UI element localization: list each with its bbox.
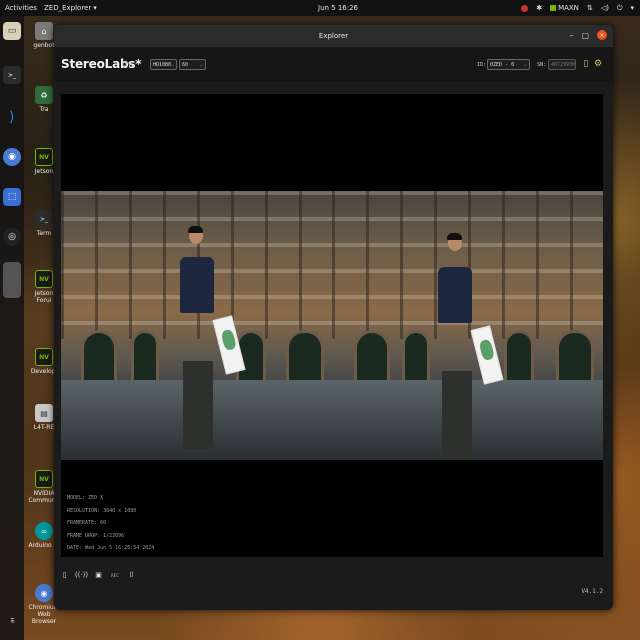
info-framerate: FRAMERATE: 60 — [67, 520, 107, 526]
stereo-image — [61, 191, 603, 460]
obs-icon[interactable]: ◎ — [3, 228, 21, 246]
camera-id-select[interactable]: 0ZED - 0 ⌵ — [487, 59, 530, 70]
files-icon[interactable]: ▭ — [3, 22, 21, 40]
power-mode-label: MAXN — [558, 4, 579, 12]
scene-arch — [504, 330, 534, 386]
trash-icon: ♻ — [35, 86, 53, 104]
power-icon[interactable]: ⏻ — [617, 4, 623, 13]
bluetooth-icon[interactable]: ✱ — [536, 4, 542, 12]
scene-arch — [354, 330, 390, 386]
desktop-icon-label: Jetson Forui — [34, 290, 54, 304]
chevron-down-icon: ⌵ — [171, 61, 175, 68]
network-icon[interactable]: ⇅ — [587, 4, 593, 12]
terminal-icon: >_ — [35, 210, 53, 228]
fps-value: 60 — [182, 61, 189, 68]
tray-chevron-icon[interactable]: ▾ — [630, 4, 634, 12]
dock: ▭ >_ ⟩ ◉ ⬚ ◎ ⁝⁝⁝ — [0, 16, 24, 640]
nvidia-icon: NV — [35, 470, 53, 488]
serial-label: SN: — [537, 62, 547, 68]
gear-icon[interactable]: ⚙ — [593, 58, 603, 70]
window-titlebar[interactable]: Explorer – ▢ × — [54, 25, 613, 47]
record-icon[interactable]: ▣ — [94, 570, 103, 580]
desktop-icon-label: L4T-RE — [33, 424, 55, 431]
desktop-icon-label: genbot — [33, 42, 55, 49]
fps-select[interactable]: 60 ⌵ — [179, 59, 206, 70]
nvidia-icon: NV — [35, 348, 53, 366]
window-title: Explorer — [318, 32, 349, 40]
person-legs — [442, 371, 472, 459]
arduino-icon: ∞ — [35, 522, 53, 540]
info-resolution: RESOLUTION: 3840 x 1080 — [67, 507, 137, 514]
show-apps-icon[interactable]: ⁝⁝⁝ — [3, 612, 21, 630]
camera-icon[interactable]: ⌷ — [127, 570, 136, 580]
activities-button[interactable]: Activities — [5, 4, 37, 12]
chevron-down-icon: ⌵ — [523, 61, 527, 68]
resolution-select[interactable]: HD1080 ⌵ — [150, 59, 177, 70]
power-mode-indicator[interactable]: MAXN — [550, 4, 579, 12]
app-menu[interactable]: ZED_Explorer ▾ — [44, 4, 97, 12]
app-indicator-icon[interactable] — [521, 4, 529, 12]
right-camera-view — [332, 191, 603, 460]
maximize-icon[interactable]: ▢ — [581, 31, 589, 40]
volume-icon[interactable]: ◁) — [601, 4, 609, 12]
explorer-window: Explorer – ▢ × StereoLabs* LIVE HD1080 ⌵… — [54, 25, 613, 610]
serial-field[interactable]: 40729930 — [548, 59, 576, 70]
chromium-icon: ◉ — [35, 584, 53, 602]
screenshot-icon[interactable]: ⬚ — [3, 188, 21, 206]
chevron-down-icon: ▾ — [93, 4, 97, 12]
info-frame-drop: FRAME DROP: 1/23096 — [67, 532, 125, 539]
clock[interactable]: Jun 5 16:26 — [318, 4, 358, 12]
vscode-icon[interactable]: ⟩ — [3, 108, 21, 126]
camera-id-value: 0ZED - 0 — [490, 61, 515, 68]
info-model: MODEL: ZED X — [67, 495, 104, 501]
stream-info: MODEL: ZED X RESOLUTION: 3840 x 1080 FRA… — [67, 492, 154, 555]
home-folder-icon: ⌂ — [35, 22, 53, 40]
minimize-icon[interactable]: – — [569, 31, 573, 40]
stream-icon[interactable]: ((·)) — [75, 570, 88, 580]
scene-arch — [131, 330, 159, 386]
scene-arch — [556, 330, 594, 386]
info-date: DATE: Wed Jun 5 16:26:54 2024 — [67, 545, 155, 551]
live-label: LIVE — [122, 62, 135, 68]
app-placeholder-icon[interactable] — [3, 262, 21, 298]
left-camera-view — [61, 191, 332, 460]
terminal-icon[interactable]: >_ — [3, 66, 21, 84]
chromium-icon[interactable]: ◉ — [3, 148, 21, 166]
scene-arch — [81, 330, 117, 386]
chevron-down-icon: ⌵ — [199, 61, 203, 68]
close-icon[interactable]: × — [597, 30, 607, 40]
desktop-icon-label: Jetson — [34, 168, 54, 175]
window-controls: – ▢ × — [569, 30, 607, 40]
video-viewer[interactable]: MODEL: ZED X RESOLUTION: 3840 x 1080 FRA… — [61, 94, 603, 557]
version-label: V4.1.2 — [581, 588, 603, 595]
person-hair — [188, 226, 203, 233]
top-bar: Activities ZED_Explorer ▾ Jun 5 16:26 ✱ … — [0, 0, 640, 16]
resolution-value: HD1080 — [153, 61, 172, 68]
footer-toolbar: ▯ ((·)) ▣ REC ⌷ — [60, 570, 136, 580]
camera-id-label: ID: — [477, 62, 487, 68]
nvidia-icon: NV — [35, 148, 53, 166]
person-hair — [447, 233, 462, 240]
desktop-icon-label: Tra — [39, 106, 49, 113]
record-frame-icon[interactable]: ▯ — [581, 58, 591, 70]
app-header: StereoLabs* LIVE HD1080 ⌵ 60 ⌵ ID: 0ZED … — [54, 47, 613, 81]
person-torso — [180, 257, 214, 313]
rec-label: REC — [111, 572, 120, 578]
nvidia-icon: NV — [35, 270, 53, 288]
system-tray[interactable]: ✱ MAXN ⇅ ◁) ⏻ ▾ — [521, 4, 634, 13]
scene-arch — [286, 330, 324, 386]
desktop-icon-label: Term — [36, 230, 52, 237]
person-legs — [183, 361, 213, 449]
file-icon[interactable]: ▯ — [60, 570, 69, 580]
nvidia-icon — [550, 5, 557, 11]
person-torso — [438, 267, 472, 323]
document-icon: ▤ — [35, 404, 53, 422]
scene-arch — [402, 330, 430, 386]
app-menu-label: ZED_Explorer — [44, 4, 92, 12]
